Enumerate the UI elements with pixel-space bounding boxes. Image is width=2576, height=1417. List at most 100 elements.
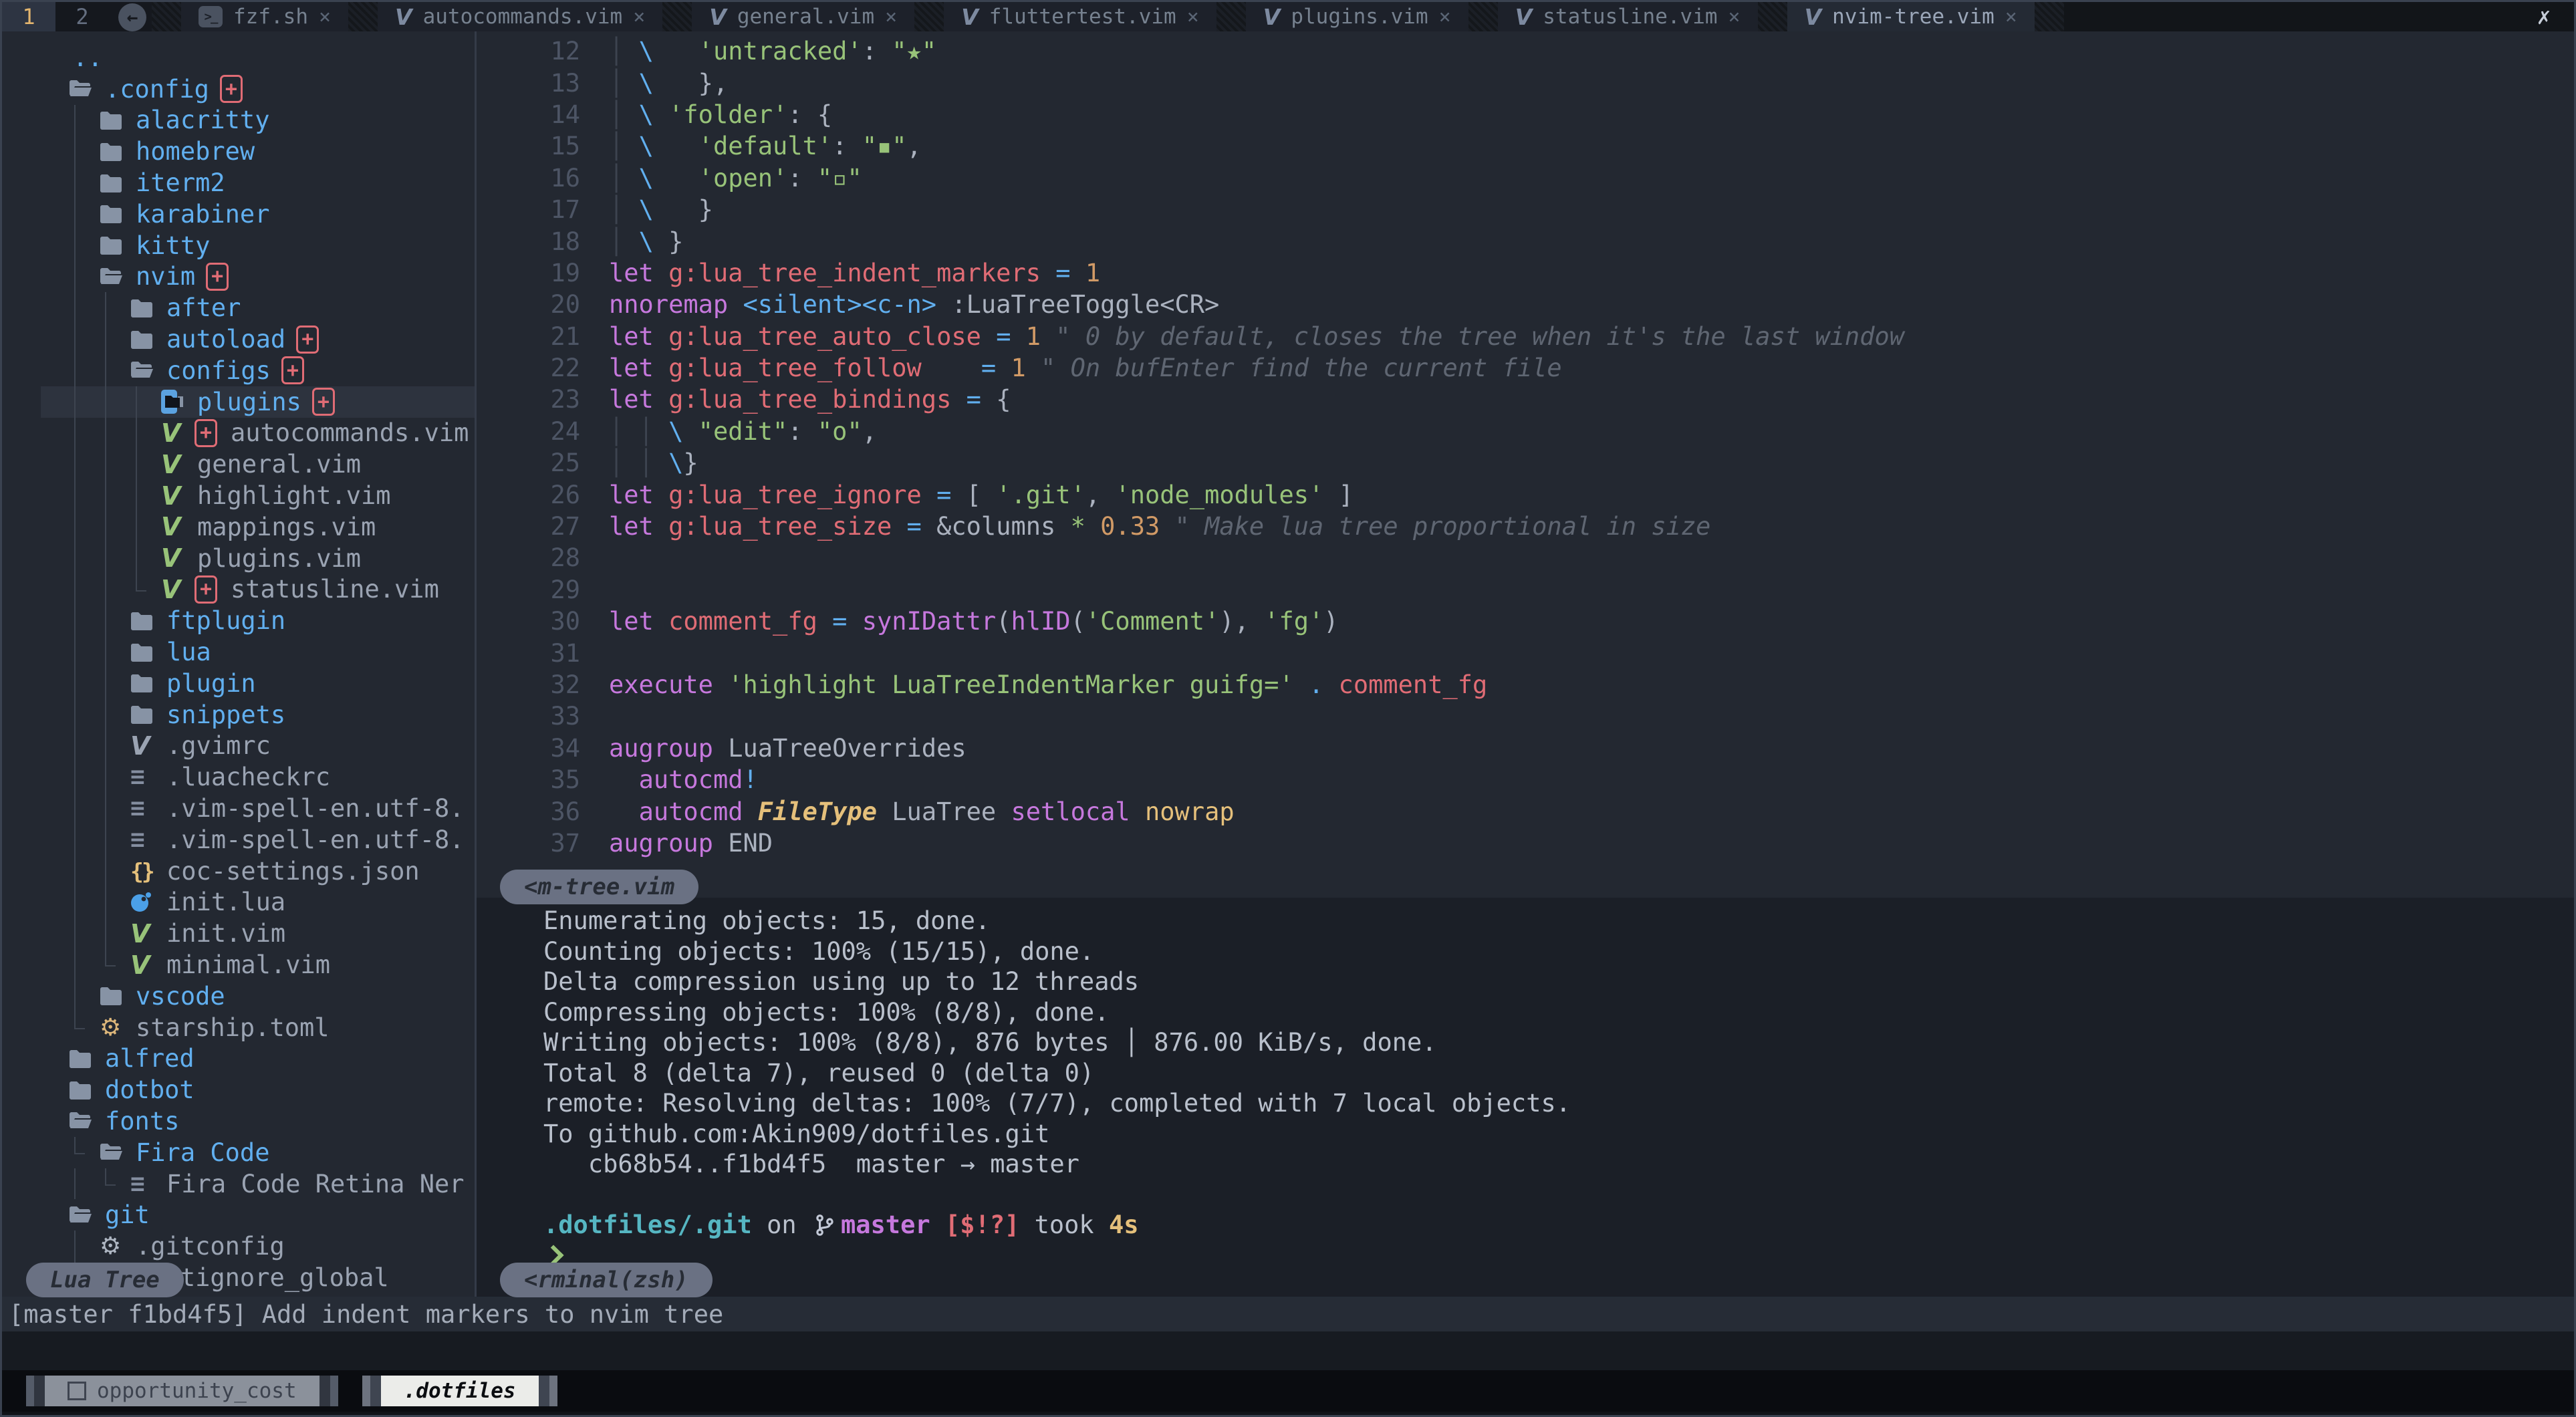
tree-item-Fira-Code-Retina-Ner[interactable]: ≡Fira Code Retina Ner (2, 1168, 475, 1200)
tab-fzf.sh[interactable]: >_fzf.sh× (181, 2, 348, 31)
indent-guide (130, 543, 161, 574)
indent-guide (69, 480, 100, 511)
tree-item-dotbot[interactable]: dotbot (2, 1074, 475, 1106)
code-line: 37augroup END (477, 827, 2574, 859)
tree-item-plugins.vim[interactable]: Vplugins.vim (2, 543, 475, 574)
tree-item-label: configs (166, 356, 271, 385)
tree-item-label: plugins.vim (197, 544, 361, 573)
tree-item-kitty[interactable]: kitty (2, 230, 475, 261)
tree-item-highlight.vim[interactable]: Vhighlight.vim (2, 480, 475, 511)
tab-plugins.vim[interactable]: Vplugins.vim× (1246, 2, 1468, 31)
tree-item-.vim-spell-en.utf-8.[interactable]: ≡.vim-spell-en.utf-8. (2, 824, 475, 856)
tree-item-vscode[interactable]: vscode (2, 981, 475, 1012)
tab-close-icon[interactable]: × (1728, 5, 1741, 29)
tree-item-karabiner[interactable]: karabiner (2, 199, 475, 230)
folder-closed-icon (100, 174, 132, 192)
gear-yellow-icon: ⚙ (100, 1014, 132, 1041)
tree-item-.luacheckrc[interactable]: ≡.luacheckrc (2, 761, 475, 793)
tab-close-icon[interactable]: × (2005, 5, 2017, 29)
tree-item-configs[interactable]: configs + (2, 355, 475, 386)
code-line: 30let comment_fg = synIDattr(hlID('Comme… (477, 606, 2574, 637)
tree-item-init.lua[interactable]: init.lua (2, 887, 475, 918)
tree-item-homebrew[interactable]: homebrew (2, 136, 475, 167)
code-line: 25│ │ \} (477, 447, 2574, 479)
indent-guide (69, 1231, 100, 1262)
tree-item-minimal.vim[interactable]: Vminimal.vim (2, 949, 475, 981)
tree-item-label: general.vim (197, 450, 361, 479)
tree-item-autocommands.vim[interactable]: V+autocommands.vim (2, 418, 475, 449)
tree-item-alfred[interactable]: alfred (2, 1043, 475, 1075)
tree-item-general.vim[interactable]: Vgeneral.vim (2, 448, 475, 480)
tree-item-mappings.vim[interactable]: Vmappings.vim (2, 511, 475, 543)
tree-item-starship.toml[interactable]: ⚙starship.toml (2, 1012, 475, 1043)
file-tree-panel[interactable]: ...config+alacrittyhomebrewiterm2karabin… (2, 31, 475, 1297)
git-status-icon: + (281, 356, 304, 384)
tree-item-iterm2[interactable]: iterm2 (2, 167, 475, 199)
tree-item-label: statusline.vim (231, 575, 439, 604)
tab-general.vim[interactable]: Vgeneral.vim× (692, 2, 914, 31)
hatch-separator (662, 2, 692, 31)
tab-close-icon[interactable]: × (1187, 5, 1199, 29)
indent-guide (69, 1012, 100, 1043)
tab-fluttertest.vim[interactable]: Vfluttertest.vim× (944, 2, 1216, 31)
back-arrow-icon[interactable]: ← (118, 3, 146, 31)
tree-item-init.vim[interactable]: Vinit.vim (2, 918, 475, 949)
tree-item-after[interactable]: after (2, 292, 475, 324)
tmux-window-opportunity_cost[interactable]: opportunity_cost (26, 1376, 338, 1406)
tree-item-snippets[interactable]: snippets (2, 699, 475, 731)
tree-item-statusline.vim[interactable]: V+statusline.vim (2, 574, 475, 606)
terminal-output-line: Delta compression using up to 12 threads (543, 967, 2574, 997)
tree-item-plugin[interactable]: plugin (2, 668, 475, 699)
tab-close-icon[interactable]: × (319, 5, 331, 29)
tree-item-nvim[interactable]: nvim+ (2, 261, 475, 293)
close-all-icon[interactable]: ✗ (2514, 2, 2574, 31)
tab-close-icon[interactable]: × (633, 5, 645, 29)
tmux-window-number-1[interactable]: 1 (2, 2, 55, 31)
terminal-panel[interactable]: Enumerating objects: 15, done.Counting o… (477, 898, 2574, 1297)
indent-guide (69, 511, 100, 543)
tree-item-alacritty[interactable]: alacritty (2, 105, 475, 136)
tree-item-.config[interactable]: .config + (2, 74, 475, 105)
tree-item-.vim-spell-en.utf-8.[interactable]: ≡.vim-spell-en.utf-8. (2, 793, 475, 824)
tree-item-.gitconfig[interactable]: ⚙.gitconfig (2, 1231, 475, 1262)
prompt-git-status: [$!?] (930, 1210, 1020, 1239)
tab-nvim-tree.vim[interactable]: Vnvim-tree.vim× (1787, 2, 2035, 31)
tree-item-..[interactable]: .. (2, 42, 475, 74)
line-number: 28 (477, 543, 580, 572)
tree-item-.gvimrc[interactable]: V.gvimrc (2, 731, 475, 762)
git-status-icon: + (296, 326, 319, 354)
tab-statusline.vim[interactable]: Vstatusline.vim× (1498, 2, 1758, 31)
prompt-chevron-line[interactable] (543, 1241, 2574, 1271)
terminal-output-line: Total 8 (delta 7), reused 0 (delta 0) (543, 1058, 2574, 1089)
tmux-window-.dotfiles[interactable]: .dotfiles (362, 1376, 557, 1406)
lua-icon (130, 892, 162, 913)
tree-item-label: .vim-spell-en.utf-8. (166, 794, 465, 823)
tree-item-autoload[interactable]: autoload+ (2, 324, 475, 355)
tmux-window-number-2[interactable]: 2 (55, 2, 109, 31)
tree-item-Fira-Code[interactable]: Fira Code (2, 1137, 475, 1168)
tree-item-label: .config (105, 75, 209, 104)
code-line: 31 (477, 637, 2574, 668)
tree-item-fonts[interactable]: fonts (2, 1106, 475, 1137)
tab-autocommands.vim[interactable]: Vautocommands.vim× (378, 2, 662, 31)
line-number: 31 (477, 639, 580, 668)
tree-item-label: homebrew (136, 137, 255, 166)
tab-close-icon[interactable]: × (885, 5, 897, 29)
line-number: 14 (477, 100, 580, 129)
code-text: │ │ \} (609, 448, 698, 477)
tree-item-lua[interactable]: lua (2, 636, 475, 668)
indent-guide (69, 105, 100, 136)
git-status-icon: + (220, 75, 243, 103)
tree-item-ftplugin[interactable]: ftplugin (2, 605, 475, 636)
code-text: nnoremap <silent><c-n> :LuaTreeToggle<CR… (609, 290, 1219, 319)
gear-gray-icon: ⚙ (100, 1233, 132, 1260)
editor-panel[interactable]: 12│ \ 'untracked': "★"13│ \ },14│ \ 'fol… (477, 31, 2574, 902)
line-number: 34 (477, 734, 580, 763)
tree-item-coc-settings.json[interactable]: {}coc-settings.json (2, 856, 475, 887)
tree-item-plugins[interactable]: plugins+ (2, 386, 475, 418)
tab-close-icon[interactable]: × (1439, 5, 1451, 29)
line-number: 19 (477, 259, 580, 287)
folder-closed-icon (130, 643, 162, 662)
tree-item-git[interactable]: git (2, 1199, 475, 1231)
segment-edge (539, 1376, 549, 1406)
